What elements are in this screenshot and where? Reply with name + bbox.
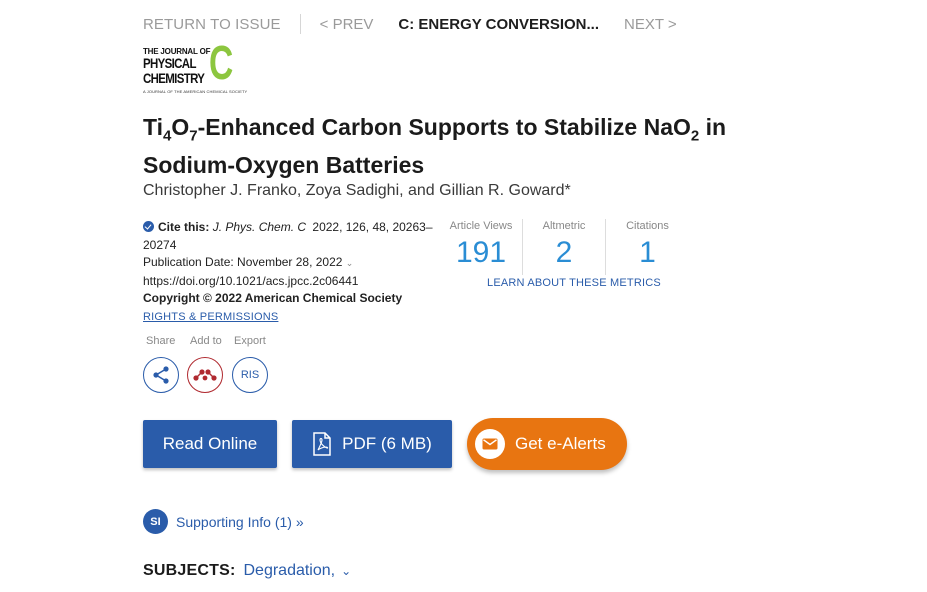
cite-this-label[interactable]: Cite this: (158, 220, 209, 234)
publication-date-row[interactable]: Publication Date: November 28, 2022 ⌄ (143, 254, 443, 273)
metric-value: 2 (555, 236, 573, 269)
chevron-down-icon[interactable]: ⌄ (341, 564, 351, 578)
title-part: -Enhanced Carbon Supports to Stabilize N… (197, 114, 691, 140)
logo-line-2: PHYSICAL (143, 55, 196, 71)
metric-article-views[interactable]: Article Views 191 (440, 219, 523, 275)
subjects-label: SUBJECTS: (143, 562, 236, 579)
journal-logo[interactable]: THE JOURNAL OF PHYSICAL CHEMISTRY C A JO… (143, 39, 247, 96)
export-ris-button[interactable]: RIS (232, 357, 268, 393)
metric-altmetric[interactable]: Altmetric 2 (523, 219, 606, 275)
ris-label: RIS (240, 369, 260, 381)
rights-permissions-link[interactable]: RIGHTS & PERMISSIONS (143, 311, 278, 323)
envelope-icon (475, 429, 505, 459)
title-part: O (171, 114, 190, 140)
check-circle-icon (143, 221, 154, 232)
supporting-info-label: Supporting Info (1) » (176, 513, 304, 530)
pdf-label: PDF (6 MB) (342, 434, 432, 453)
nav-divider (299, 14, 301, 34)
share-icon (153, 366, 169, 384)
metric-citations[interactable]: Citations 1 (606, 219, 689, 275)
read-online-label: Read Online (162, 434, 258, 453)
share-label: Share (146, 335, 176, 347)
mendeley-icon (193, 369, 217, 381)
publication-date: Publication Date: November 28, 2022 (143, 255, 343, 269)
article-metrics: Article Views 191 Altmetric 2 Citations … (440, 219, 690, 275)
citation-block: Cite this: J. Phys. Chem. C 2022, 126, 4… (143, 219, 443, 326)
issue-navigation: RETURN TO ISSUE < PREV C: ENERGY CONVERS… (143, 14, 677, 34)
metric-label: Citations (626, 220, 669, 232)
subject-degradation-link[interactable]: Degradation, (243, 562, 335, 580)
doi-link[interactable]: https://doi.org/10.1021/acs.jpcc.2c06441 (143, 273, 443, 291)
logo-tagline: A JOURNAL OF THE AMERICAN CHEMICAL SOCIE… (143, 89, 248, 94)
title-subscript: 2 (690, 127, 700, 145)
logo-line-3: CHEMISTRY (143, 70, 205, 86)
supporting-info-link[interactable]: SI Supporting Info (1) » (143, 509, 304, 534)
metric-value: 191 (455, 236, 507, 269)
learn-metrics-link[interactable]: LEARN ABOUT THESE METRICS (487, 277, 661, 289)
pdf-file-icon (313, 432, 331, 456)
cite-this-line: Cite this: J. Phys. Chem. C 2022, 126, 4… (143, 219, 443, 254)
title-line-2: Sodium-Oxygen Batteries (143, 151, 425, 178)
copyright-notice: Copyright © 2022 American Chemical Socie… (143, 291, 403, 305)
share-button[interactable] (143, 357, 179, 393)
export-label: Export (234, 335, 266, 347)
metric-value: 1 (639, 236, 656, 269)
supporting-info-badge: SI (143, 509, 168, 534)
journal-abbrev: J. Phys. Chem. C (212, 220, 307, 234)
logo-letter: C (209, 37, 234, 90)
next-article-link[interactable]: NEXT > (624, 16, 677, 33)
title-subscript: 7 (189, 127, 198, 145)
subjects-row: SUBJECTS: Degradation, ⌄ (143, 562, 351, 580)
get-e-alerts-button[interactable]: Get e-Alerts (467, 418, 627, 470)
prev-article-link[interactable]: < PREV (320, 16, 374, 33)
metric-label: Article Views (449, 220, 513, 232)
title-part: Ti (143, 114, 164, 140)
current-section-label[interactable]: C: ENERGY CONVERSION... (398, 16, 599, 33)
metric-label: Altmetric (542, 220, 586, 232)
article-title: Ti4O7-Enhanced Carbon Supports to Stabil… (143, 113, 763, 179)
chevron-down-icon: ⌄ (345, 258, 354, 268)
add-to-mendeley-button[interactable] (187, 357, 223, 393)
e-alerts-label: Get e-Alerts (515, 434, 606, 453)
return-to-issue-link[interactable]: RETURN TO ISSUE (143, 16, 281, 33)
add-to-label: Add to (190, 335, 222, 347)
pdf-download-button[interactable]: PDF (6 MB) (292, 420, 452, 468)
author-list[interactable]: Christopher J. Franko, Zoya Sadighi, and… (143, 182, 571, 200)
read-online-button[interactable]: Read Online (143, 420, 277, 468)
title-part: in (699, 114, 727, 140)
